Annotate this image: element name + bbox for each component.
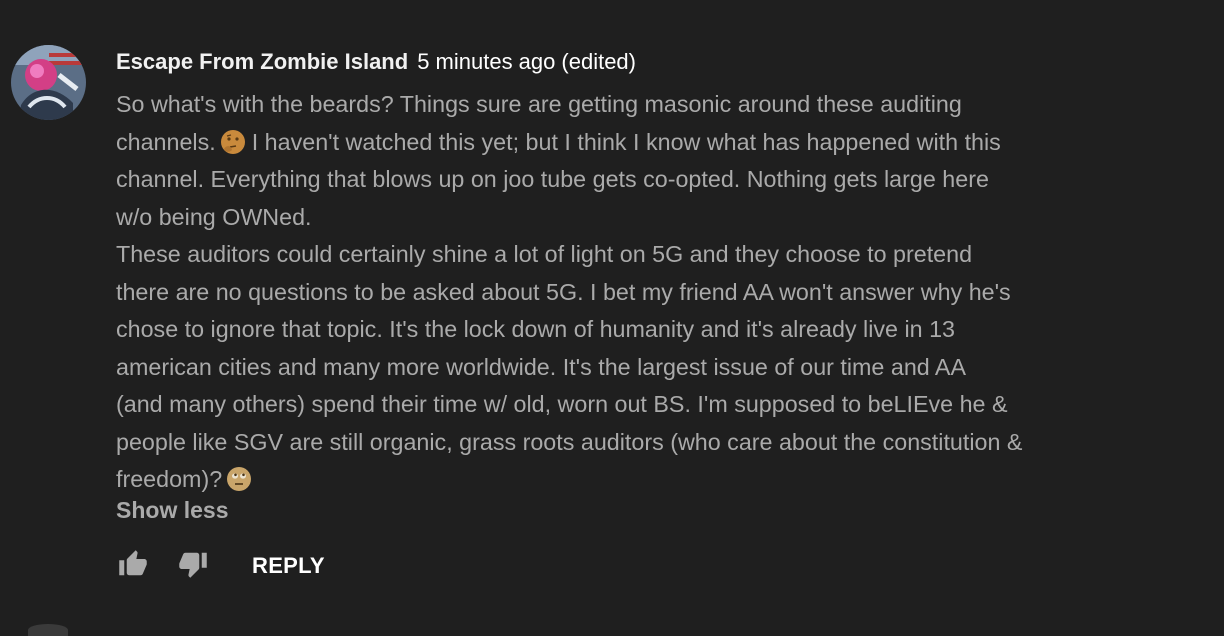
comment-text: These auditors could certainly shine a l… bbox=[116, 241, 973, 267]
eye-roll-emoji bbox=[226, 466, 252, 492]
comment-text-line: (and many others) spend their time w/ ol… bbox=[116, 386, 1156, 424]
show-less-button[interactable]: Show less bbox=[116, 497, 228, 524]
comment-text-line: american cities and many more worldwide.… bbox=[116, 349, 1156, 387]
thumb-down-icon bbox=[178, 549, 208, 584]
next-comment-avatar[interactable] bbox=[28, 624, 68, 636]
comment-text-line: channel. Everything that blows up on joo… bbox=[116, 161, 1156, 199]
comment-timestamp[interactable]: 5 minutes ago bbox=[417, 49, 555, 75]
comment-text: freedom)? bbox=[116, 466, 223, 492]
comment-text-line: w/o being OWNed. bbox=[116, 199, 1156, 237]
comment-text: people like SGV are still organic, grass… bbox=[116, 428, 1023, 455]
thinking-face-emoji bbox=[220, 129, 246, 155]
comment-text: chose to ignore that topic. It's the loc… bbox=[116, 316, 955, 342]
dislike-button[interactable] bbox=[176, 549, 210, 583]
thumb-up-icon bbox=[118, 549, 148, 584]
author-avatar[interactable] bbox=[11, 45, 86, 120]
comment-text: channel. Everything that blows up on joo… bbox=[116, 166, 989, 192]
comment-text-line: there are no questions to be asked about… bbox=[116, 274, 1156, 312]
comment-text: there are no questions to be asked about… bbox=[116, 278, 1011, 305]
comment-text-line: These auditors could certainly shine a l… bbox=[116, 236, 1156, 274]
comment-text: american cities and many more worldwide.… bbox=[116, 353, 966, 380]
comment-text-line: freedom)? bbox=[116, 461, 1156, 499]
comment-thread: Escape From Zombie Island 5 minutes ago … bbox=[0, 0, 1224, 636]
comment-text: I haven't watched this yet; but I think … bbox=[251, 128, 1001, 155]
comment-actions: REPLY bbox=[116, 549, 325, 583]
comment-text-line: channels. I haven't watched this yet; but… bbox=[116, 124, 1156, 162]
comment-text: w/o being OWNed. bbox=[116, 203, 312, 230]
comment-header: Escape From Zombie Island 5 minutes ago … bbox=[116, 46, 636, 78]
reply-button[interactable]: REPLY bbox=[252, 553, 325, 579]
comment-text-line: So what's with the beards? Things sure a… bbox=[116, 86, 1156, 124]
author-name[interactable]: Escape From Zombie Island bbox=[116, 49, 408, 75]
comment-text: channels. bbox=[116, 128, 216, 155]
comment-text: So what's with the beards? Things sure a… bbox=[116, 91, 962, 117]
comment-text: (and many others) spend their time w/ ol… bbox=[116, 391, 1008, 417]
comment-text-line: people like SGV are still organic, grass… bbox=[116, 424, 1156, 462]
comment-text-line: chose to ignore that topic. It's the loc… bbox=[116, 311, 1156, 349]
edited-label: (edited) bbox=[561, 49, 636, 74]
comment-body: So what's with the beards? Things sure a… bbox=[116, 86, 1156, 499]
like-button[interactable] bbox=[116, 549, 150, 583]
